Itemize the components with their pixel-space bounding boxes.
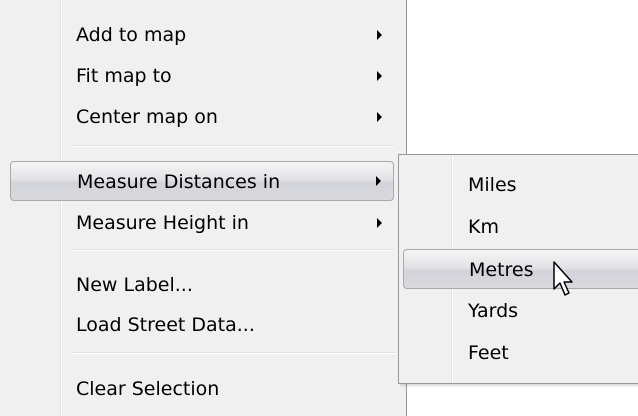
context-menu: Add to map Fit map to Center map on Meas… (0, 0, 407, 416)
submenu-item-miles[interactable]: Miles (403, 165, 638, 205)
menu-item-fit-map-to[interactable]: Fit map to (10, 56, 394, 96)
menu-item-center-map-on[interactable]: Center map on (10, 97, 394, 137)
menu-item-measure-height-in[interactable]: Measure Height in (10, 203, 394, 243)
submenu-arrow-icon (377, 71, 382, 81)
submenu-arrow-icon (377, 112, 382, 122)
measure-distances-submenu: Miles Km Metres Yards Feet (398, 154, 638, 384)
submenu-item-label: Miles (468, 174, 517, 196)
submenu-item-label: Km (468, 216, 499, 238)
menu-item-label: Measure Height in (76, 212, 249, 234)
submenu-item-feet[interactable]: Feet (403, 333, 638, 373)
menu-separator (70, 145, 395, 147)
mouse-pointer-icon (553, 261, 573, 296)
submenu-arrow-icon (376, 176, 381, 186)
menu-separator (70, 352, 395, 354)
menu-item-label: New Label... (76, 274, 193, 296)
submenu-item-label: Feet (468, 342, 509, 364)
menu-item-label: Clear Selection (76, 378, 220, 400)
submenu-item-yards[interactable]: Yards (403, 291, 638, 331)
menu-item-clear-selection[interactable]: Clear Selection (10, 369, 394, 409)
menu-separator (70, 249, 395, 251)
submenu-arrow-icon (377, 30, 382, 40)
menu-item-label: Center map on (76, 106, 218, 128)
menu-item-label: Fit map to (76, 65, 172, 87)
menu-item-load-street-data[interactable]: Load Street Data... (10, 305, 394, 345)
menu-item-label: Load Street Data... (76, 314, 255, 336)
menu-item-add-to-map[interactable]: Add to map (10, 15, 394, 55)
menu-item-measure-distances-in[interactable]: Measure Distances in (10, 161, 394, 201)
submenu-item-metres[interactable]: Metres (403, 249, 638, 289)
submenu-item-label: Yards (468, 300, 519, 322)
submenu-item-label: Metres (469, 259, 534, 281)
menu-item-new-label[interactable]: New Label... (10, 265, 394, 305)
submenu-item-km[interactable]: Km (403, 207, 638, 247)
menu-item-label: Add to map (76, 24, 187, 46)
menu-item-label: Measure Distances in (77, 171, 281, 193)
submenu-arrow-icon (377, 218, 382, 228)
